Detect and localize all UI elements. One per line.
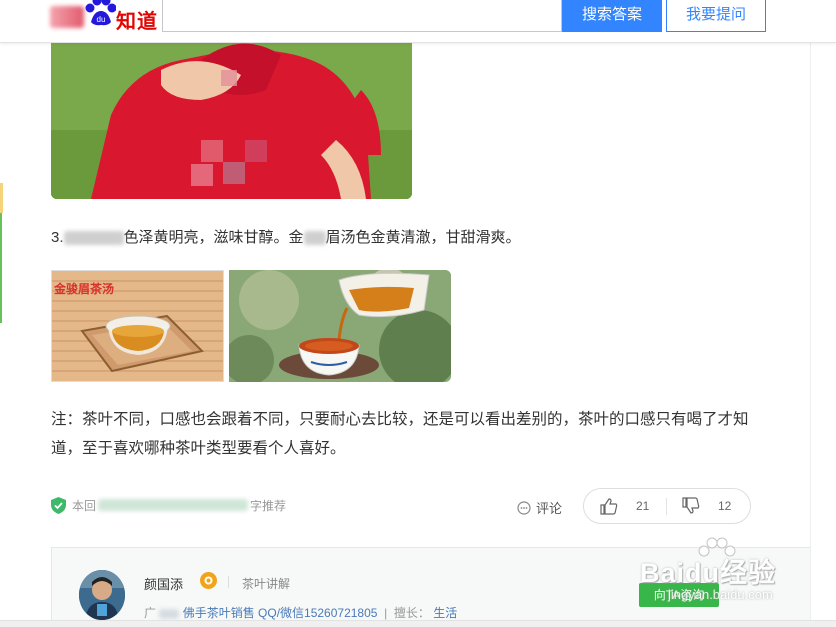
recommendation-line: 本回 字推荐 [51, 495, 286, 515]
watermark-brand: Baidu经验 [640, 558, 777, 588]
blurred-text [63, 231, 124, 246]
author-contact-link[interactable]: 佛手茶叶销售 QQ/微信15260721805 [183, 606, 378, 620]
vote-group: 21 12 [583, 488, 751, 524]
left-side-tab-green[interactable] [0, 213, 2, 323]
thumbs-down-icon [682, 497, 700, 514]
image-caption: 金骏眉茶汤 [54, 282, 115, 296]
author-tag: 茶叶讲解 [242, 577, 291, 591]
author-specialty-label: 擅长： [393, 606, 430, 620]
top-header: du 知道 搜索答案 我要提问 [0, 0, 836, 43]
baidu-paw-icon: du [85, 0, 116, 26]
article-image-pouring-tea [229, 270, 451, 382]
step-3-text: 3. 色泽黄明亮，滋味甘醇。金 眉汤色金黄清澈，甘甜滑爽。 [51, 226, 521, 247]
article-image-tea-cup: 金骏眉茶汤 [51, 270, 224, 382]
recommendation-suffix: 字推荐 [250, 498, 287, 513]
recommendation-prefix: 本回 [72, 498, 97, 513]
comment-label: 评论 [536, 501, 563, 516]
logo-du-text: du [97, 15, 106, 24]
step-3-part1: 色泽黄明亮，滋味甘醇。金 [123, 229, 304, 246]
level-badge-icon [200, 572, 217, 589]
comment-button[interactable]: 评论 [517, 498, 562, 517]
blurred-text [98, 499, 249, 511]
author-specialty[interactable]: 生活 [433, 606, 457, 620]
author-divider [228, 576, 229, 588]
author-info-prefix: 广 [144, 606, 157, 620]
note-paragraph: 注：茶叶不同，口感也会跟着不同，只要耐心去比较，还是可以看出差别的，茶叶的口感只… [51, 411, 749, 457]
blurred-text [159, 608, 180, 619]
like-count: 21 [636, 499, 650, 513]
comment-icon [517, 500, 531, 515]
bottom-bar [0, 620, 836, 627]
baidu-zhidao-logo[interactable]: du 知道 [50, 0, 160, 34]
step-3-part2: 眉汤色金黄清澈，甘甜滑爽。 [325, 229, 521, 246]
author-avatar[interactable] [79, 570, 125, 620]
left-side-tab[interactable] [0, 183, 3, 213]
step-3-prefix: 3. [51, 229, 64, 246]
search-input[interactable] [162, 0, 562, 32]
logo-text: 知道 [116, 11, 158, 33]
blurred-logo-part [50, 6, 84, 28]
ask-question-button[interactable]: 我要提问 [666, 0, 766, 32]
watermark-url: jingyan.baidu.com [668, 587, 773, 602]
blurred-text [303, 231, 326, 246]
search-answer-button[interactable]: 搜索答案 [562, 0, 662, 32]
author-name[interactable]: 颜国添 [144, 574, 183, 593]
thumbs-up-icon [600, 498, 618, 515]
dislike-count: 12 [718, 499, 732, 513]
dislike-button[interactable]: 12 [682, 489, 731, 523]
vote-divider [666, 498, 667, 515]
baidu-jingyan-watermark: Baidu经验 jingyan.baidu.com [640, 537, 800, 607]
article-image-qipao [51, 30, 412, 199]
page: 3. 色泽黄明亮，滋味甘醇。金 眉汤色金黄清澈，甘甜滑爽。 金骏眉茶汤 注：茶叶… [0, 0, 836, 627]
like-button[interactable]: 21 [600, 489, 649, 523]
author-info: 广 佛手茶叶销售 QQ/微信15260721805 | 擅长： 生活 [144, 606, 458, 620]
shield-check-icon [51, 496, 66, 514]
right-rail [810, 43, 811, 627]
